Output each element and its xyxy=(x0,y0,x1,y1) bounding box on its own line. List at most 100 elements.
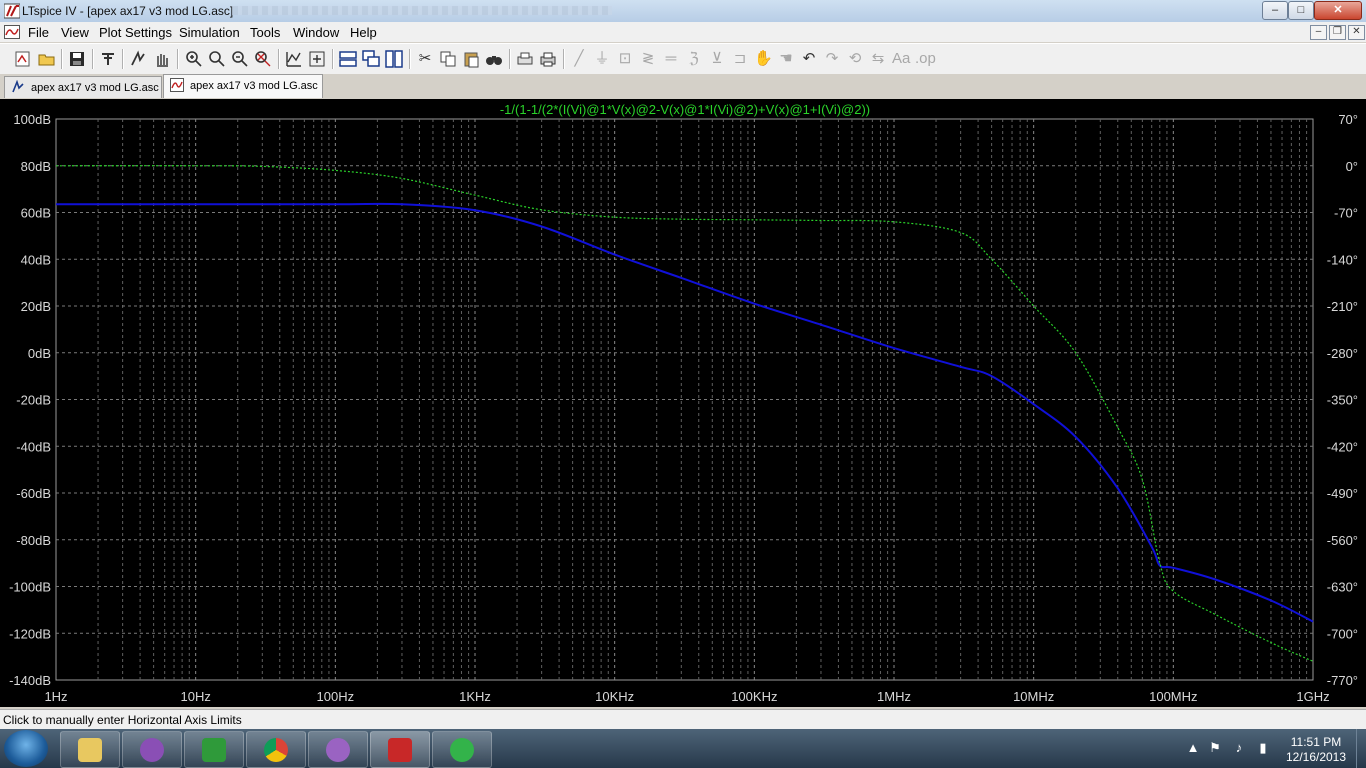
copy-icon[interactable] xyxy=(439,50,457,68)
zoom-fit-icon[interactable] xyxy=(254,50,272,68)
trace-expression-label[interactable]: -1/(1-1/(2*(I(Vi)@1*V(x)@2-V(x)@1*I(Vi)@… xyxy=(500,102,870,117)
menu-view[interactable]: View xyxy=(61,25,89,40)
y-right-tick-label[interactable]: -490° xyxy=(1327,486,1358,501)
halt-icon[interactable] xyxy=(153,50,171,68)
y-left-tick-label[interactable]: -80dB xyxy=(16,533,51,548)
wire-icon[interactable]: ╱ xyxy=(570,50,588,68)
x-tick-label[interactable]: 100MHz xyxy=(1149,689,1197,704)
move-icon[interactable]: ✋ xyxy=(754,50,773,68)
autorange-icon[interactable] xyxy=(285,50,303,68)
y-right-tick-label[interactable]: -350° xyxy=(1327,393,1358,408)
waveform-plot[interactable]: 1Hz 10Hz 100Hz 1KHz 10KHz 100KHz 1MHz 10MHz 100M… xyxy=(0,99,1366,707)
y-right-tick-label[interactable]: -210° xyxy=(1327,299,1358,314)
drag-icon[interactable]: ☚ xyxy=(777,50,795,68)
y-left-tick-label[interactable]: -40dB xyxy=(16,439,51,454)
zoom-area-icon[interactable] xyxy=(208,50,226,68)
diode-icon[interactable]: ⊻ xyxy=(708,50,726,68)
taskbar-ltspice[interactable] xyxy=(370,731,430,768)
minimize-window-button[interactable]: – xyxy=(1262,1,1288,20)
clock-time[interactable]: 11:51 PM xyxy=(1278,735,1354,749)
maximize-window-button[interactable]: □ xyxy=(1288,1,1314,20)
x-tick-label[interactable]: 10KHz xyxy=(595,689,634,704)
y-left-tick-label[interactable]: -60dB xyxy=(16,486,51,501)
network-icon[interactable]: ▮ xyxy=(1256,741,1270,755)
y-right-tick-label[interactable]: -770° xyxy=(1327,673,1358,688)
print-setup-icon[interactable] xyxy=(516,50,534,68)
bode-plot-svg[interactable]: 1Hz 10Hz 100Hz 1KHz 10KHz 100KHz 1MHz 10MHz 100M… xyxy=(0,99,1366,707)
redo-icon[interactable]: ↷ xyxy=(823,50,841,68)
waveform-document-icon[interactable] xyxy=(4,24,20,40)
save-icon[interactable] xyxy=(68,50,86,68)
y-right-tick-label[interactable]: -630° xyxy=(1327,580,1358,595)
zoom-in-icon[interactable] xyxy=(185,50,203,68)
y-left-tick-label[interactable]: -100dB xyxy=(9,580,51,595)
x-tick-label[interactable]: 1GHz xyxy=(1296,689,1329,704)
tile-vertical-icon[interactable] xyxy=(385,50,403,68)
y-left-tick-label[interactable]: -120dB xyxy=(9,626,51,641)
tab-schematic[interactable]: apex ax17 v3 mod LG.asc xyxy=(4,76,162,98)
control-panel-icon[interactable] xyxy=(99,50,117,68)
spice-directive-icon[interactable]: .op xyxy=(915,50,936,68)
menu-tools[interactable]: Tools xyxy=(250,25,280,40)
taskbar-music-app[interactable] xyxy=(184,731,244,768)
mdi-restore-button[interactable]: ❐ xyxy=(1329,25,1346,40)
start-button[interactable] xyxy=(4,730,48,767)
y-right-tick-label[interactable]: 0° xyxy=(1346,159,1358,174)
y-right-tick-label[interactable]: -280° xyxy=(1327,346,1358,361)
x-tick-label[interactable]: 10MHz xyxy=(1013,689,1054,704)
mirror-icon[interactable]: ⇆ xyxy=(869,50,887,68)
find-icon[interactable] xyxy=(485,50,503,68)
x-tick-label[interactable]: 100Hz xyxy=(317,689,355,704)
flag-icon[interactable]: ⚑ xyxy=(1208,741,1222,755)
y-left-tick-label[interactable]: 40dB xyxy=(21,252,51,267)
tab-waveform[interactable]: apex ax17 v3 mod LG.asc xyxy=(163,74,323,98)
close-window-button[interactable]: ✕ xyxy=(1314,1,1362,20)
volume-icon[interactable]: ♪ xyxy=(1232,741,1246,755)
taskbar-yahoo-messenger-2[interactable] xyxy=(308,731,368,768)
x-tick-label[interactable]: 100KHz xyxy=(731,689,777,704)
y-left-tick-label[interactable]: 60dB xyxy=(21,206,51,221)
cascade-icon[interactable] xyxy=(362,50,380,68)
paste-icon[interactable] xyxy=(462,50,480,68)
cut-icon[interactable]: ✂ xyxy=(416,50,434,68)
inductor-icon[interactable]: ℨ xyxy=(685,50,703,68)
y-left-tick-label[interactable]: 20dB xyxy=(21,299,51,314)
y-right-tick-label[interactable]: -560° xyxy=(1327,533,1358,548)
menu-window[interactable]: Window xyxy=(293,25,339,40)
y-left-tick-label[interactable]: -140dB xyxy=(9,673,51,688)
tile-horizontal-icon[interactable] xyxy=(339,50,357,68)
zoom-out-icon[interactable] xyxy=(231,50,249,68)
x-tick-label[interactable]: 1KHz xyxy=(459,689,491,704)
text-icon[interactable]: Aa xyxy=(892,50,910,68)
menu-help[interactable]: Help xyxy=(350,25,377,40)
plot-tick-labels[interactable]: 1Hz 10Hz 100Hz 1KHz 10KHz 100KHz 1MHz 10MHz 100M… xyxy=(9,112,1358,704)
y-right-tick-label[interactable]: 70° xyxy=(1338,112,1358,127)
y-right-tick-label[interactable]: -420° xyxy=(1327,439,1358,454)
print-icon[interactable] xyxy=(539,50,557,68)
taskbar-chrome[interactable] xyxy=(246,731,306,768)
component-icon[interactable]: ⊐ xyxy=(731,50,749,68)
run-icon[interactable] xyxy=(129,50,147,68)
y-right-tick-label[interactable]: -70° xyxy=(1334,206,1358,221)
menu-simulation[interactable]: Simulation xyxy=(179,25,240,40)
label-icon[interactable]: ⊡ xyxy=(616,50,634,68)
resistor-icon[interactable]: ≷ xyxy=(639,50,657,68)
x-tick-label[interactable]: 1Hz xyxy=(44,689,67,704)
menu-file[interactable]: File xyxy=(28,25,49,40)
capacitor-icon[interactable]: ═ xyxy=(662,50,680,68)
mark-icon[interactable] xyxy=(308,50,326,68)
y-left-tick-label[interactable]: -20dB xyxy=(16,393,51,408)
menu-plot-settings[interactable]: Plot Settings xyxy=(99,25,172,40)
y-left-tick-label[interactable]: 80dB xyxy=(21,159,51,174)
show-hidden-icons-icon[interactable]: ▲ xyxy=(1186,741,1200,755)
y-right-tick-label[interactable]: -140° xyxy=(1327,252,1358,267)
y-left-tick-label[interactable]: 0dB xyxy=(28,346,51,361)
show-desktop-button[interactable] xyxy=(1356,729,1366,768)
taskbar-yahoo-messenger[interactable] xyxy=(122,731,182,768)
clock-date[interactable]: 12/16/2013 xyxy=(1278,750,1354,764)
y-right-tick-label[interactable]: -700° xyxy=(1327,626,1358,641)
mdi-close-button[interactable]: ✕ xyxy=(1348,25,1365,40)
taskbar-settings-app[interactable] xyxy=(432,731,492,768)
x-tick-label[interactable]: 10Hz xyxy=(180,689,210,704)
mdi-minimize-button[interactable]: – xyxy=(1310,25,1327,40)
